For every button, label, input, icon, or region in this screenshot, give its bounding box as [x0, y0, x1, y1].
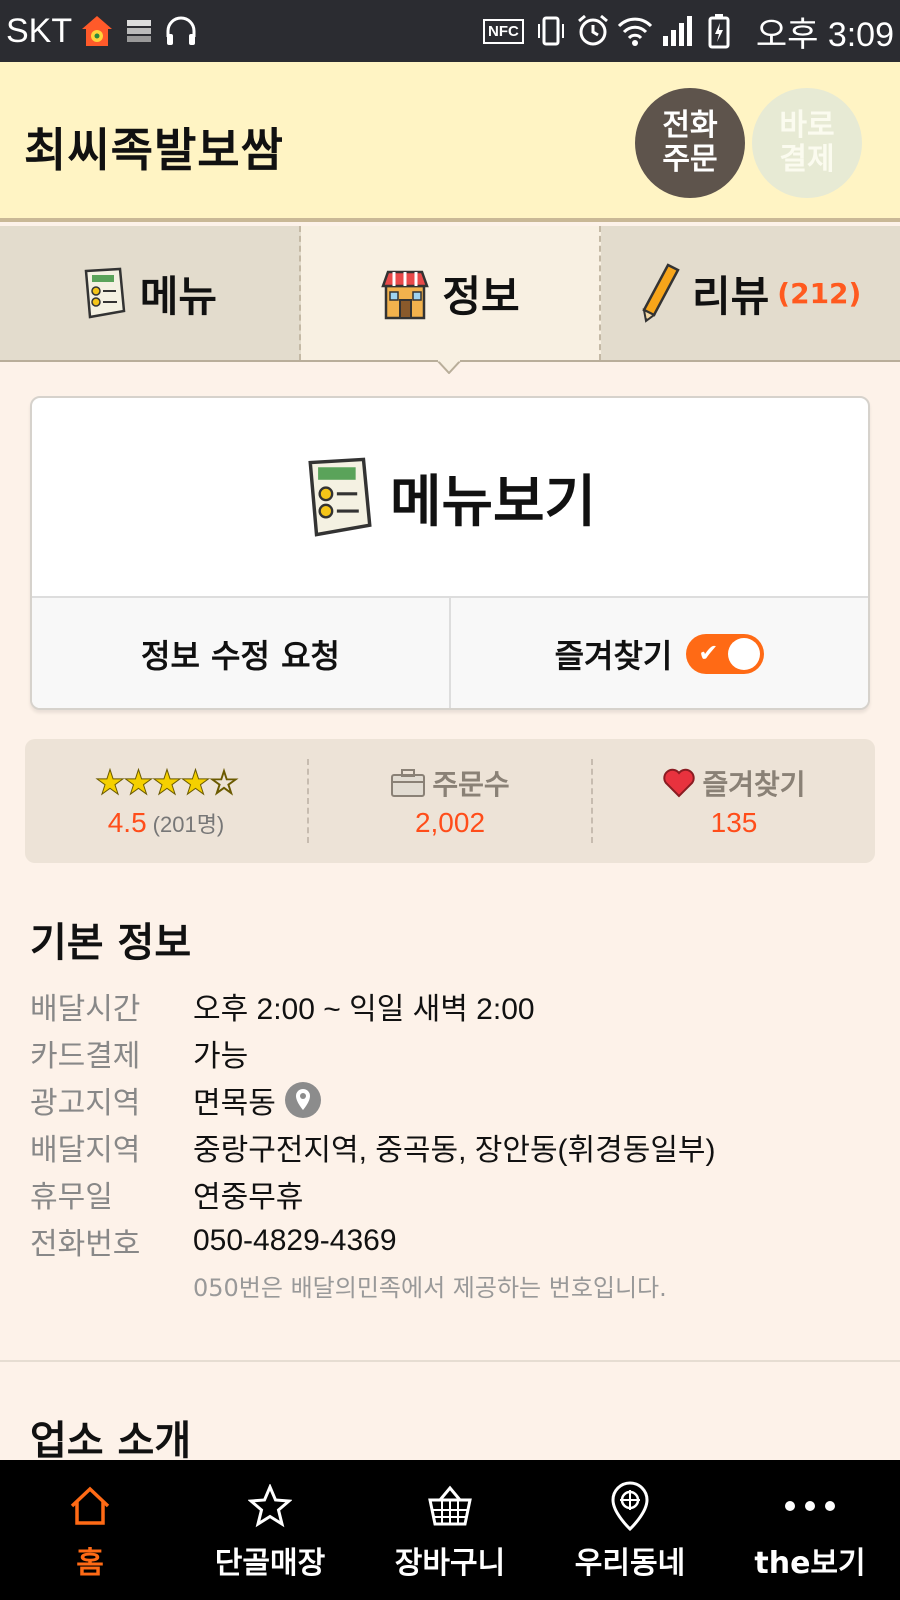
- info-label: 배달지역: [30, 1132, 141, 1168]
- bottom-nav: 홈 단골매장 장바구니 우리동네 the보기: [0, 1460, 900, 1600]
- favorite-label: 즐겨찾기: [554, 637, 673, 675]
- call-order-button[interactable]: 전화 주문: [635, 88, 745, 198]
- tab-menu-label: 메뉴: [139, 271, 217, 321]
- heart-icon: [663, 768, 696, 798]
- headphones-icon: [162, 11, 200, 51]
- tab-review-label: 리뷰: [692, 271, 770, 321]
- toggle-knob: [728, 638, 761, 670]
- stats-panel: ★★★★☆ 4.5 (201명) 주문수 2,002 즐겨찾기 135: [25, 739, 875, 863]
- intro-title: 업소 소개: [30, 1418, 192, 1464]
- menu-doc-icon: [304, 456, 376, 538]
- nfc-icon: NFC: [482, 18, 524, 44]
- phone-note: 050번은 배달의민족에서 제공하는 번호입니다.: [193, 1274, 667, 1302]
- orders-label: 주문수: [432, 768, 510, 801]
- favorites-stat: 즐겨찾기 135: [593, 759, 875, 843]
- nav-cart[interactable]: 장바구니: [360, 1460, 540, 1600]
- menu-doc-icon: [82, 267, 128, 319]
- review-count: (212): [777, 276, 862, 310]
- basic-info-list: 배달시간 오후 2:00 ~ 익일 새벽 2:00 카드결제 가능 광고지역 면…: [30, 982, 870, 1303]
- edit-request-label: 정보 수정 요청: [141, 637, 340, 675]
- info-row-card-payment: 카드결제 가능: [30, 1029, 870, 1076]
- info-label: 전화번호: [30, 1226, 141, 1262]
- status-bar: SKT NFC 오후 3:09: [0, 0, 900, 62]
- pencil-icon: [640, 263, 680, 323]
- menu-card: 메뉴보기 정보 수정 요청 즐겨찾기 ✔: [30, 396, 870, 710]
- info-row-delivery-time: 배달시간 오후 2:00 ~ 익일 새벽 2:00: [30, 982, 870, 1029]
- info-row-phone: 전화번호 050-4829-4369: [30, 1217, 870, 1264]
- vibrate-icon: [532, 11, 570, 51]
- info-value: 오후 2:00 ~ 익일 새벽 2:00: [193, 992, 535, 1026]
- info-label: 광고지역: [30, 1085, 141, 1121]
- nav-home-label: 홈: [76, 1546, 104, 1581]
- check-icon: ✔: [698, 639, 719, 667]
- rating-count: (201명): [152, 812, 225, 837]
- orders-value: 2,002: [414, 807, 486, 838]
- tab-info[interactable]: 정보: [300, 226, 602, 360]
- favorite-row: 즐겨찾기 ✔: [451, 598, 868, 708]
- section-divider: [0, 1360, 900, 1362]
- rating-stat: ★★★★☆ 4.5 (201명): [25, 759, 309, 843]
- tab-info-label: 정보: [442, 271, 520, 321]
- nav-favorites[interactable]: 단골매장: [180, 1460, 360, 1600]
- rating-value: 4.5: [107, 807, 147, 838]
- home-icon: [68, 1478, 112, 1534]
- info-label: 휴무일: [30, 1179, 113, 1215]
- more-icon: [780, 1478, 840, 1534]
- favorites-label: 즐겨찾기: [702, 768, 806, 801]
- alarm-icon: [574, 11, 612, 51]
- favorite-toggle[interactable]: ✔: [686, 634, 765, 674]
- nav-more[interactable]: the보기: [720, 1460, 900, 1600]
- info-row-delivery-area: 배달지역 중랑구전지역, 중곡동, 장안동(휘경동일부): [30, 1123, 870, 1170]
- nav-favorites-label: 단골매장: [214, 1546, 326, 1581]
- info-label: 배달시간: [30, 991, 141, 1027]
- store-name: 최씨족발보쌈: [24, 123, 284, 177]
- signal-icon: [658, 11, 696, 51]
- carrier-label: SKT: [6, 11, 73, 50]
- store-tabs: 메뉴 정보 리뷰 (212): [0, 226, 900, 362]
- nav-more-label: the보기: [754, 1546, 866, 1581]
- tab-menu[interactable]: 메뉴: [0, 226, 301, 360]
- home-launcher-icon: [78, 11, 116, 51]
- tab-review[interactable]: 리뷰 (212): [601, 226, 900, 360]
- info-value: 중랑구전지역, 중곡동, 장안동(휘경동일부): [193, 1133, 716, 1167]
- star-icon: [248, 1478, 292, 1534]
- info-value: 연중무휴: [193, 1180, 304, 1214]
- wifi-icon: [616, 11, 654, 51]
- basic-info-title: 기본 정보: [30, 920, 192, 966]
- rating-stars-icon: ★★★★☆: [94, 763, 239, 804]
- phone-number-link[interactable]: 050-4829-4369: [193, 1224, 397, 1258]
- direct-pay-button[interactable]: 바로 결제: [752, 88, 862, 198]
- location-icon: [608, 1478, 652, 1534]
- store-header: 최씨족발보쌈 전화 주문 바로 결제: [0, 62, 900, 222]
- map-pin-icon[interactable]: [284, 1081, 322, 1119]
- info-row-holiday: 휴무일 연중무휴: [30, 1170, 870, 1217]
- nav-neighborhood[interactable]: 우리동네: [540, 1460, 720, 1600]
- active-tab-pointer: [437, 360, 461, 374]
- menu-view-button[interactable]: 메뉴보기: [32, 398, 868, 598]
- orders-stat: 주문수 2,002: [309, 759, 593, 843]
- info-label: 카드결제: [30, 1038, 141, 1074]
- info-value: 면목동: [193, 1086, 276, 1120]
- edit-request-button[interactable]: 정보 수정 요청: [32, 598, 451, 708]
- favorites-value: 135: [710, 807, 758, 838]
- storage-icon: [120, 11, 158, 51]
- store-icon: [380, 266, 430, 320]
- clock: 오후 3:09: [755, 15, 894, 54]
- nav-home[interactable]: 홈: [0, 1460, 180, 1600]
- info-value: 가능: [193, 1039, 249, 1073]
- basket-icon: [426, 1478, 474, 1534]
- info-row-ad-area: 광고지역 면목동: [30, 1076, 870, 1123]
- nav-cart-label: 장바구니: [394, 1546, 506, 1581]
- menu-view-label: 메뉴보기: [389, 469, 597, 535]
- box-icon: [391, 769, 426, 797]
- nav-neighborhood-label: 우리동네: [574, 1546, 686, 1581]
- battery-icon: [700, 11, 738, 51]
